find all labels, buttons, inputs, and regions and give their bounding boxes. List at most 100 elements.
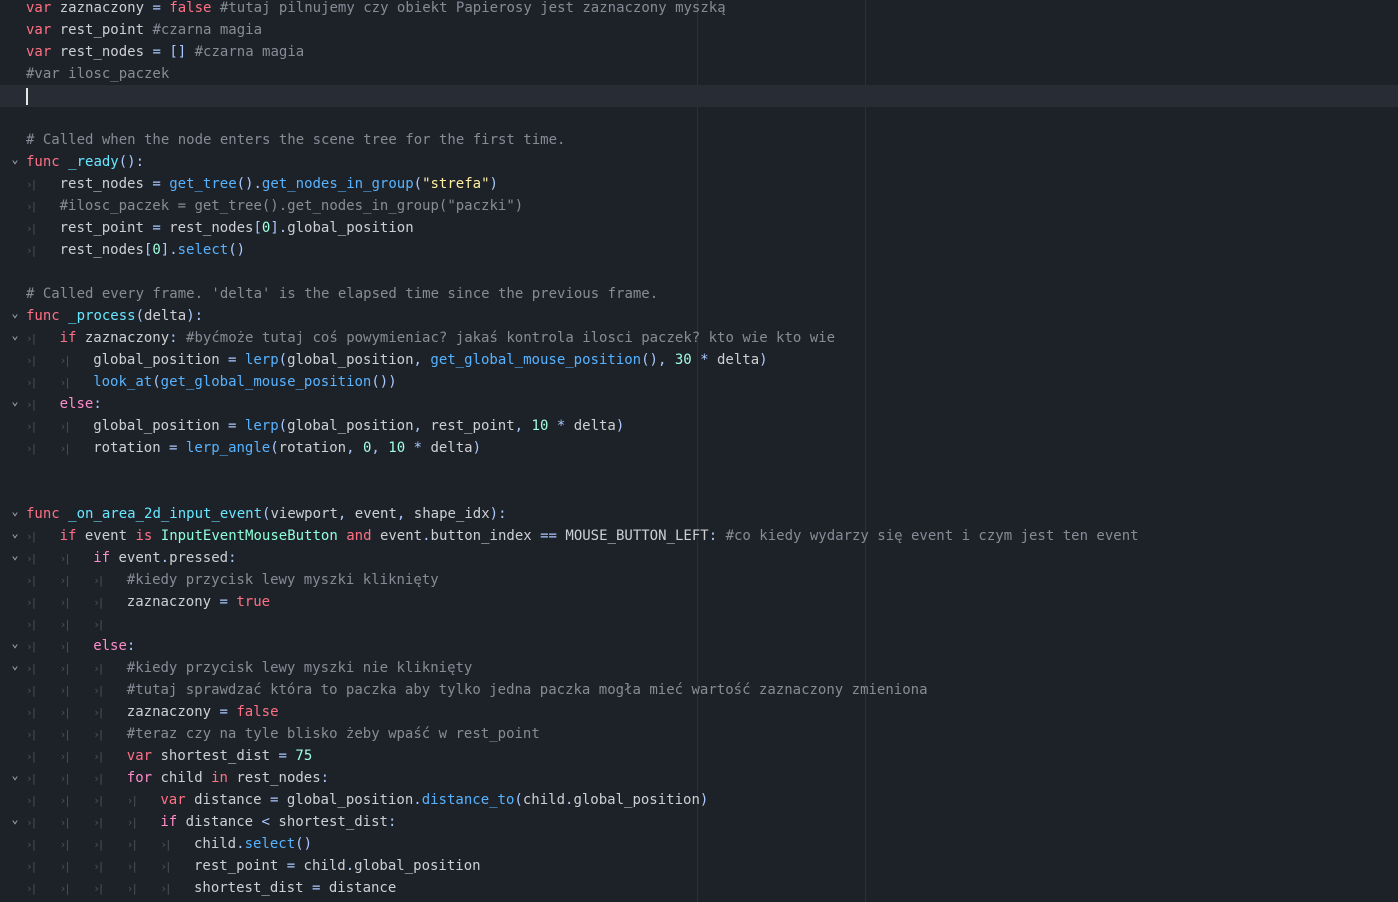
code-text: #var ilosc_paczek [26, 63, 169, 85]
code-line[interactable]: global_position = lerp(global_position, … [0, 349, 1398, 371]
code-token: select [244, 836, 296, 852]
code-line[interactable]: #ilosc_paczek = get_tree().get_nodes_in_… [0, 195, 1398, 217]
code-token: false [236, 704, 279, 720]
fold-arrow-icon[interactable] [9, 393, 21, 415]
code-token: = [219, 704, 228, 720]
code-line[interactable]: zaznaczony = true [0, 591, 1398, 613]
code-token: delta [708, 352, 760, 368]
fold-arrow-icon[interactable] [9, 811, 21, 833]
tab-indent-icon [60, 746, 94, 768]
code-text: look_at(get_global_mouse_position()) [26, 371, 397, 394]
code-line[interactable]: rotation = lerp_angle(rotation, 0, 10 * … [0, 437, 1398, 459]
fold-arrow-icon[interactable] [9, 525, 21, 547]
code-token: rest_point [421, 418, 515, 434]
code-editor[interactable]: var zaznaczony = false #tutaj pilnujemy … [0, 0, 1398, 902]
code-token: , [514, 418, 524, 434]
code-text: else: [26, 393, 102, 416]
code-line[interactable]: #kiedy przycisk lewy myszki kliknięty [0, 569, 1398, 591]
tab-indent-icon [160, 878, 194, 900]
code-line[interactable]: else: [0, 393, 1398, 415]
tab-indent-icon [60, 724, 94, 746]
fold-arrow-icon[interactable] [9, 151, 21, 173]
code-line[interactable] [0, 107, 1398, 129]
code-token: zaznaczony [51, 0, 153, 16]
code-line[interactable]: if event is InputEventMouseButton and ev… [0, 525, 1398, 547]
fold-arrow-icon[interactable] [9, 767, 21, 789]
code-line[interactable]: global_position = lerp(global_position, … [0, 415, 1398, 437]
code-line[interactable]: shortest_dist = distance [0, 877, 1398, 899]
code-line[interactable] [0, 85, 1398, 107]
code-line[interactable]: func _on_area_2d_input_event(viewport, e… [0, 503, 1398, 525]
code-line[interactable]: func _ready(): [0, 151, 1398, 173]
code-line[interactable] [0, 261, 1398, 283]
fold-arrow-icon[interactable] [9, 657, 21, 679]
code-token: lerp [244, 352, 279, 368]
code-line[interactable] [0, 481, 1398, 503]
code-token: ( [278, 418, 288, 434]
code-line[interactable]: child.select() [0, 833, 1398, 855]
code-token: ()) [371, 374, 397, 390]
code-line[interactable]: #var ilosc_paczek [0, 63, 1398, 85]
code-line[interactable]: rest_nodes = get_tree().get_nodes_in_gro… [0, 173, 1398, 195]
tab-indent-icon [127, 834, 161, 856]
code-line[interactable]: # Called when the node enters the scene … [0, 129, 1398, 151]
code-line[interactable]: func _process(delta): [0, 305, 1398, 327]
tab-indent-icon [26, 768, 60, 790]
code-line[interactable] [0, 613, 1398, 635]
tab-indent-icon [26, 790, 60, 812]
code-text: child.select() [26, 833, 312, 856]
code-token: #czarna magia [152, 22, 263, 38]
code-token: = [152, 0, 161, 16]
tab-indent-icon [26, 394, 60, 416]
code-line[interactable]: # Called every frame. 'delta' is the ela… [0, 283, 1398, 305]
code-token: global_position [278, 792, 414, 808]
code-line[interactable]: var rest_nodes = [] #czarna magia [0, 41, 1398, 63]
code-token: #tutaj pilnujemy czy obiekt Papierosy je… [219, 0, 726, 16]
code-token: . [413, 792, 422, 808]
code-line[interactable]: look_at(get_global_mouse_position()) [0, 371, 1398, 393]
fold-arrow-icon[interactable] [9, 327, 21, 349]
code-token: global_position [93, 352, 229, 368]
fold-arrow-icon[interactable] [9, 547, 21, 569]
tab-indent-icon [93, 812, 127, 834]
tab-indent-icon [26, 658, 60, 680]
tab-indent-icon [26, 218, 60, 240]
code-token: 75 [295, 748, 313, 764]
code-token: global_position [354, 858, 481, 874]
code-token: ): [489, 506, 507, 522]
code-line[interactable]: zaznaczony = false [0, 701, 1398, 723]
code-line[interactable]: rest_nodes[0].select() [0, 239, 1398, 261]
code-line[interactable]: if event.pressed: [0, 547, 1398, 569]
code-line[interactable]: #teraz czy na tyle blisko żeby wpaść w r… [0, 723, 1398, 745]
code-token: ]. [270, 220, 288, 236]
code-token: ( [278, 352, 288, 368]
code-line[interactable]: if zaznaczony: #byćmoże tutaj coś powymi… [0, 327, 1398, 349]
code-text: var shortest_dist = 75 [26, 745, 312, 768]
tab-indent-icon [26, 174, 60, 196]
code-line[interactable]: #kiedy przycisk lewy myszki nie kliknięt… [0, 657, 1398, 679]
code-text: # Called when the node enters the scene … [26, 129, 565, 151]
fold-arrow-icon[interactable] [9, 635, 21, 657]
code-line[interactable]: var rest_point #czarna magia [0, 19, 1398, 41]
tab-indent-icon [26, 856, 60, 878]
tab-indent-icon [93, 878, 127, 900]
code-line[interactable]: if distance < shortest_dist: [0, 811, 1398, 833]
code-line[interactable]: rest_point = rest_nodes[0].global_positi… [0, 217, 1398, 239]
code-line[interactable]: for child in rest_nodes: [0, 767, 1398, 789]
code-line[interactable]: #tutaj sprawdzać która to paczka aby tyl… [0, 679, 1398, 701]
code-line[interactable]: var distance = global_position.distance_… [0, 789, 1398, 811]
code-line[interactable]: else: [0, 635, 1398, 657]
code-token: global_position [287, 418, 414, 434]
fold-arrow-icon[interactable] [9, 503, 21, 525]
code-line[interactable]: var shortest_dist = 75 [0, 745, 1398, 767]
fold-arrow-icon[interactable] [9, 305, 21, 327]
code-token: #kiedy przycisk lewy myszki kliknięty [126, 572, 439, 588]
code-line[interactable]: rest_point = child.global_position [0, 855, 1398, 877]
code-line[interactable] [0, 459, 1398, 481]
code-line[interactable]: var zaznaczony = false #tutaj pilnujemy … [0, 0, 1398, 19]
code-token: var [160, 792, 186, 808]
